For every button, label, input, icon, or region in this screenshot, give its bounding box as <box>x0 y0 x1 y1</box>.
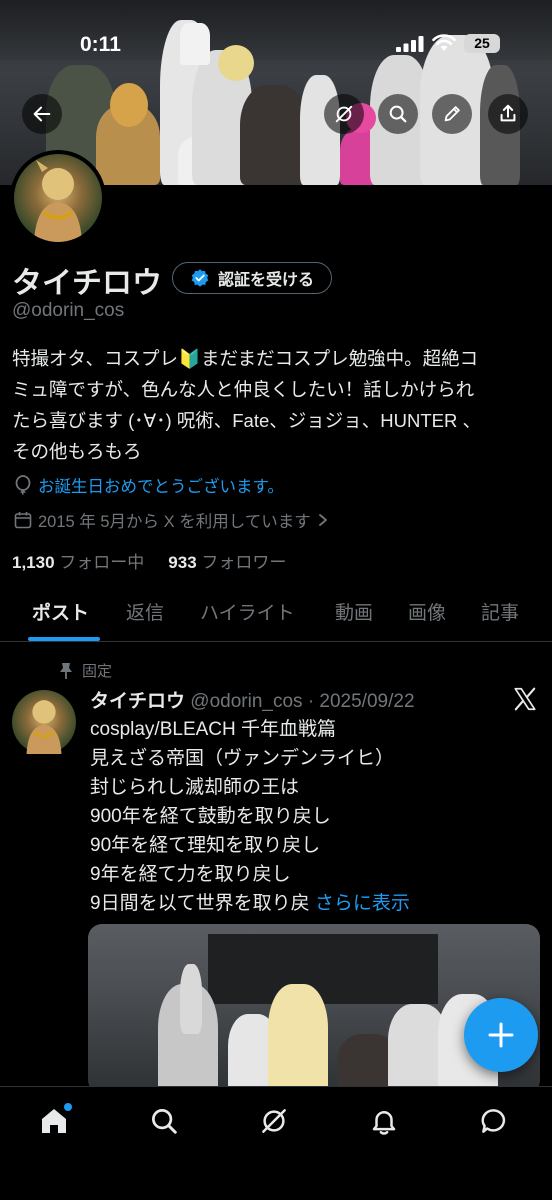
x-logo-icon <box>514 687 536 711</box>
post-image[interactable] <box>88 924 540 1094</box>
edit-button[interactable] <box>432 94 472 134</box>
battery-indicator: 25 <box>464 34 500 53</box>
share-button[interactable] <box>488 94 528 134</box>
post-line: 90年を経て理知を取り戻し <box>90 835 321 856</box>
notifications-icon <box>372 1111 396 1135</box>
chevron-right-icon <box>318 514 327 526</box>
post-body[interactable]: cosplay/BLEACH 千年血戦篇 見えざる帝国（ヴァンデンライヒ） 封じ… <box>90 715 540 918</box>
birthday-message[interactable]: お誕生日おめでとうございます。 <box>14 473 284 497</box>
followers-link[interactable]: 933 フォロワー <box>168 548 286 573</box>
wifi-icon <box>432 34 456 51</box>
share-icon <box>500 104 516 122</box>
tab-replies[interactable]: 返信 <box>126 598 164 625</box>
joined-date[interactable]: 2015 年 5月から X を利用しています <box>14 508 329 532</box>
tab-images[interactable]: 画像 <box>408 598 446 625</box>
pin-icon <box>60 662 72 679</box>
image-figure <box>268 984 328 1094</box>
status-bar: 0:11 25 <box>0 30 552 60</box>
get-verified-button[interactable]: 認証を受ける <box>172 262 332 294</box>
profile-avatar[interactable] <box>10 150 106 246</box>
nav-explore[interactable] <box>146 1103 182 1139</box>
avatar-image <box>34 160 82 242</box>
grok-icon <box>335 105 353 123</box>
image-figure <box>180 964 202 1034</box>
grok-nav-icon <box>262 1109 286 1133</box>
bio-line: 特撮オタ、コスプレ🔰まだまだコスプレ勉強中。超絶コ <box>12 348 479 369</box>
post-line-last: 9日間を以て世界を取り戻 さらに表示 <box>90 889 540 918</box>
post-header: タイチロウ @odorin_cos · 2025/09/22 <box>90 686 415 713</box>
profile-tabs: ポスト 返信 ハイライト 動画 画像 記事 <box>0 590 552 642</box>
following-link[interactable]: 1,130 フォロー中 <box>12 548 144 573</box>
birthday-text: お誕生日おめでとうございます。 <box>38 478 284 496</box>
explore-icon <box>152 1109 177 1134</box>
show-more-link[interactable]: さらに表示 <box>315 893 410 914</box>
balloon-icon <box>15 475 31 495</box>
bottom-nav <box>0 1086 552 1200</box>
profile-name: タイチロウ <box>12 267 162 300</box>
profile-bio: 特撮オタ、コスプレ🔰まだまだコスプレ勉強中。超絶コ ミュ障ですが、色んな人と仲良… <box>12 343 542 467</box>
post-line: 900年を経て鼓動を取り戻し <box>90 806 331 827</box>
grok-button[interactable] <box>324 94 364 134</box>
follow-stats: 1,130 フォロー中 933 フォロワー <box>12 548 286 573</box>
nav-notifications[interactable] <box>366 1103 402 1139</box>
image-tent <box>208 934 438 1004</box>
signal-icon <box>396 36 424 52</box>
calendar-icon <box>14 512 32 529</box>
search-icon <box>389 105 407 123</box>
post-line: 封じられし滅却師の王は <box>90 777 300 798</box>
banner-figure <box>110 83 148 127</box>
followers-count: 933 <box>168 553 197 572</box>
nav-home[interactable] <box>36 1103 72 1139</box>
following-count: 1,130 <box>12 553 55 572</box>
post-line: 9日間を以て世界を取り戻 <box>90 893 310 914</box>
pinned-label: 固定 <box>82 663 113 680</box>
tab-articles[interactable]: 記事 <box>481 598 519 625</box>
messages-icon <box>481 1109 506 1133</box>
post-line: 見えざる帝国（ヴァンデンライヒ） <box>90 748 395 769</box>
joined-text: 2015 年 5月から X を利用しています <box>38 513 311 531</box>
status-time: 0:11 <box>80 33 121 56</box>
post-meta: @odorin_cos · 2025/09/22 <box>190 691 415 712</box>
verified-badge-icon <box>191 269 209 287</box>
bio-line: その他もろもろ <box>12 441 142 462</box>
nav-messages[interactable] <box>476 1103 512 1139</box>
back-button[interactable] <box>22 94 62 134</box>
post-author-name[interactable]: タイチロウ <box>90 691 185 712</box>
banner-figure <box>240 85 308 185</box>
back-arrow-icon <box>33 106 51 122</box>
post-line: 9年を経て力を取り戻し <box>90 864 291 885</box>
avatar-image <box>26 700 62 754</box>
home-unread-dot <box>64 1103 72 1111</box>
tab-videos[interactable]: 動画 <box>335 598 373 625</box>
nav-grok[interactable] <box>256 1103 292 1139</box>
search-button[interactable] <box>378 94 418 134</box>
post-line: cosplay/BLEACH 千年血戦篇 <box>90 719 337 740</box>
tab-highlights[interactable]: ハイライト <box>200 598 295 625</box>
edit-icon <box>444 106 460 122</box>
active-tab-indicator <box>28 637 100 641</box>
tab-posts[interactable]: ポスト <box>32 598 89 625</box>
get-verified-label: 認証を受ける <box>217 272 314 289</box>
following-label: フォロー中 <box>59 553 145 572</box>
pinned-indicator: 固定 <box>58 660 112 681</box>
bio-line: ミュ障ですが、色んな人と仲良くしたい！話しかけられ <box>12 379 475 400</box>
bio-line: たら喜びます (･∀･) 呪術、Fate、ジョジョ、HUNTER 、 <box>12 410 481 431</box>
followers-label: フォロワー <box>201 553 287 572</box>
post-avatar[interactable] <box>12 690 76 754</box>
profile-handle: @odorin_cos <box>12 300 125 321</box>
plus-icon <box>488 1022 514 1048</box>
compose-button[interactable] <box>464 998 538 1072</box>
